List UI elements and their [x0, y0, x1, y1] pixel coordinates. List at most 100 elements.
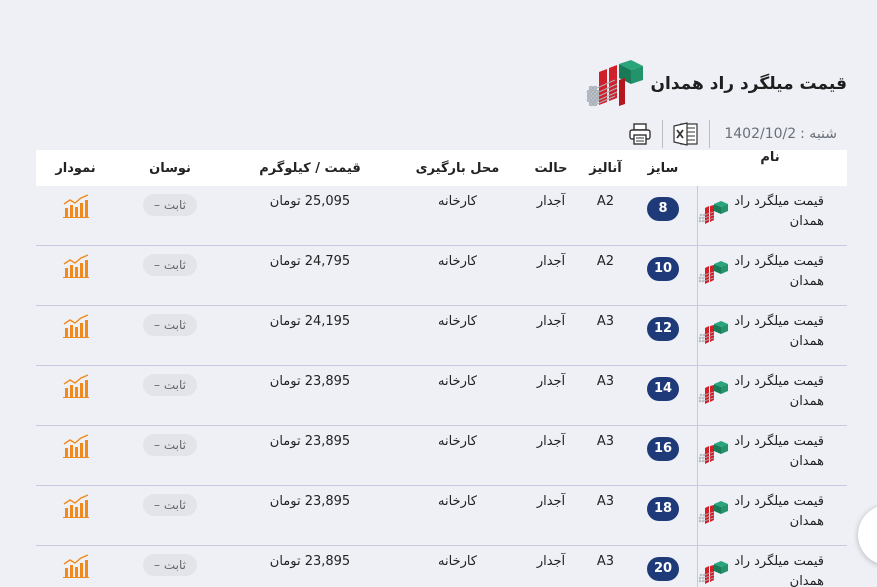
size-badge: 18 — [647, 497, 679, 521]
analysis-value: A2 — [596, 194, 615, 209]
volatility-badge: ثابت – — [143, 374, 197, 396]
product-name[interactable]: قیمت میلگرد راد همدان — [730, 252, 824, 292]
chart-button[interactable] — [36, 186, 115, 222]
product-name-cell[interactable]: قیمت میلگرد راد همدان — [697, 546, 847, 587]
place-value: کارخانه — [437, 554, 477, 569]
size-badge: 14 — [647, 377, 679, 401]
analysis-value: A3 — [596, 494, 615, 509]
state-value: آجدار — [536, 374, 566, 389]
page-header: قیمت میلگرد راد همدان — [585, 58, 848, 110]
chart-button[interactable] — [36, 306, 115, 342]
bar-chart-icon — [62, 434, 89, 458]
printer-icon — [629, 123, 652, 145]
column-header-size: سایز — [647, 160, 679, 176]
page: قیمت میلگرد راد همدان شنبه: 1402/10/2 ن… — [0, 0, 877, 587]
column-header-name: نام — [760, 150, 780, 165]
column-header-analysis: آنالیز — [589, 160, 622, 176]
chart-button[interactable] — [36, 546, 115, 582]
rebar-logo-icon — [698, 261, 728, 284]
state-value: آجدار — [536, 194, 566, 209]
product-name-cell[interactable]: قیمت میلگرد راد همدان — [697, 246, 847, 305]
size-badge: 20 — [647, 557, 679, 581]
date-label: شنبه : — [800, 126, 837, 142]
table-row: قیمت میلگرد راد همدان 8 A2 آجدار کارخانه… — [36, 186, 847, 246]
price-table: نام سایز آنالیز حالت محل بارگیری قیمت / … — [36, 150, 847, 587]
chart-button[interactable] — [36, 426, 115, 462]
analysis-value: A3 — [596, 314, 615, 329]
product-name[interactable]: قیمت میلگرد راد همدان — [730, 192, 824, 232]
price-value: 23,895 تومان — [269, 434, 351, 449]
toolbar-divider — [709, 120, 711, 148]
print-button[interactable] — [628, 122, 652, 146]
rebar-logo-icon — [586, 60, 643, 107]
product-name-cell[interactable]: قیمت میلگرد راد همدان — [697, 426, 847, 485]
place-value: کارخانه — [437, 434, 477, 449]
product-name-cell[interactable]: قیمت میلگرد راد همدان — [697, 186, 847, 245]
excel-icon — [673, 122, 698, 146]
date-value: 1402/10/2 — [724, 126, 797, 142]
product-name-cell[interactable]: قیمت میلگرد راد همدان — [697, 366, 847, 425]
size-badge: 12 — [647, 317, 679, 341]
table-row: قیمت میلگرد راد همدان 1 — [36, 246, 847, 306]
product-name[interactable]: قیمت میلگرد راد همدان — [730, 552, 824, 587]
rebar-logo-icon — [698, 441, 728, 464]
product-name[interactable]: قیمت میلگرد راد همدان — [730, 492, 824, 532]
toolbar-divider — [662, 120, 664, 148]
column-header-chart: نمودار — [55, 160, 96, 176]
product-name[interactable]: قیمت میلگرد راد همدان — [730, 312, 824, 352]
state-value: آجدار — [536, 494, 566, 509]
bar-chart-icon — [62, 374, 89, 398]
analysis-value: A3 — [596, 434, 615, 449]
rebar-logo-icon — [698, 501, 728, 524]
state-value: آجدار — [536, 314, 566, 329]
place-value: کارخانه — [437, 254, 477, 269]
table-row: قیمت میلگرد راد همدان 1 — [36, 366, 847, 426]
chat-widget-button[interactable] — [858, 505, 877, 565]
toolbar: شنبه : 1402/10/2 — [628, 118, 837, 150]
volatility-badge: ثابت – — [143, 314, 197, 336]
table-row: قیمت میلگرد راد همدان 1 — [36, 306, 847, 366]
size-badge: 10 — [647, 257, 679, 281]
place-value: کارخانه — [437, 494, 477, 509]
bar-chart-icon — [62, 314, 89, 338]
rebar-logo-icon — [698, 321, 728, 344]
price-value: 25,095 تومان — [269, 194, 351, 209]
price-value: 24,795 تومان — [269, 254, 351, 269]
bar-chart-icon — [62, 254, 89, 278]
chart-button[interactable] — [36, 246, 115, 282]
rebar-logo-icon — [698, 561, 728, 584]
excel-export-button[interactable] — [673, 122, 699, 146]
column-header-price: قیمت / کیلوگرم — [259, 160, 361, 176]
page-title: قیمت میلگرد راد همدان — [650, 74, 848, 94]
bar-chart-icon — [62, 494, 89, 518]
price-value: 23,895 تومان — [269, 374, 351, 389]
place-value: کارخانه — [437, 374, 477, 389]
table-header: نام سایز آنالیز حالت محل بارگیری قیمت / … — [36, 150, 847, 186]
volatility-badge: ثابت – — [143, 254, 197, 276]
chart-button[interactable] — [36, 486, 115, 522]
bar-chart-icon — [62, 554, 89, 578]
analysis-value: A3 — [596, 554, 615, 569]
place-value: کارخانه — [437, 194, 477, 209]
bar-chart-icon — [62, 194, 89, 218]
price-value: 23,895 تومان — [269, 494, 351, 509]
volatility-badge: ثابت – — [143, 194, 197, 216]
product-name[interactable]: قیمت میلگرد راد همدان — [730, 372, 824, 412]
place-value: کارخانه — [437, 314, 477, 329]
column-header-volatility: نوسان — [149, 160, 191, 176]
size-badge: 16 — [647, 437, 679, 461]
size-badge: 8 — [647, 197, 679, 221]
volatility-badge: ثابت – — [143, 434, 197, 456]
analysis-value: A2 — [596, 254, 615, 269]
volatility-badge: ثابت – — [143, 554, 197, 576]
table-row: قیمت میلگرد راد همدان 20 A3 آجدار کارخان… — [36, 546, 847, 587]
table-row: قیمت میلگرد راد همدان 1 — [36, 426, 847, 486]
state-value: آجدار — [536, 434, 566, 449]
product-name-cell[interactable]: قیمت میلگرد راد همدان — [697, 486, 847, 545]
column-header-place: محل بارگیری — [415, 160, 500, 176]
chart-button[interactable] — [36, 366, 115, 402]
volatility-badge: ثابت – — [143, 494, 197, 516]
product-name-cell[interactable]: قیمت میلگرد راد همدان — [697, 306, 847, 365]
price-value: 23,895 تومان — [269, 554, 351, 569]
product-name[interactable]: قیمت میلگرد راد همدان — [730, 432, 824, 472]
